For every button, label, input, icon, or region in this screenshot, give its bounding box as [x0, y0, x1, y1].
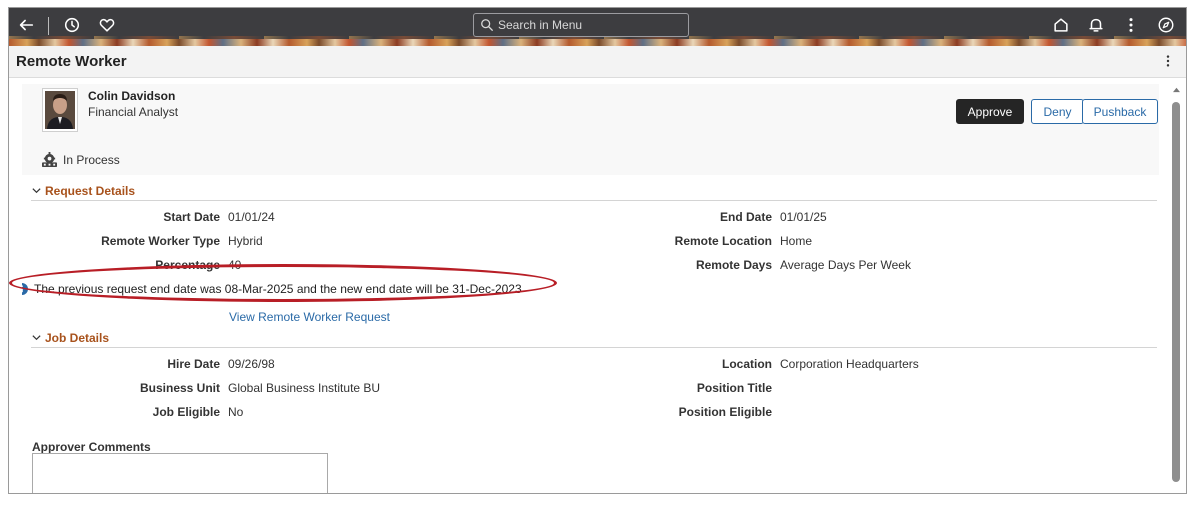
app-window: Search in Menu Remote Worker Colin David…: [8, 7, 1187, 494]
search-icon: [480, 18, 494, 32]
scrollbar-thumb[interactable]: [1172, 102, 1180, 482]
employee-photo: [42, 88, 78, 132]
approver-comments-field[interactable]: [32, 453, 328, 493]
job-eligible-label: Job Eligible: [152, 405, 220, 419]
hire-date-label: Hire Date: [167, 357, 220, 371]
favorite-heart-icon[interactable]: [95, 13, 119, 37]
search-placeholder: Search in Menu: [498, 18, 583, 32]
back-arrow-icon[interactable]: [14, 13, 38, 37]
view-remote-worker-request-link[interactable]: View Remote Worker Request: [229, 310, 390, 324]
header-separator: [48, 17, 49, 35]
page-title: Remote Worker: [16, 53, 127, 70]
home-icon[interactable]: [1049, 13, 1073, 37]
request-details-title: Request Details: [45, 184, 136, 198]
location-value: Corporation Headquarters: [780, 357, 919, 371]
remote-worker-type-value: Hybrid: [228, 234, 263, 248]
bell-icon[interactable]: [1084, 13, 1108, 37]
employee-name: Colin Davidson: [88, 89, 176, 103]
annotation-highlight-ellipse: [9, 264, 557, 302]
search-menu-input[interactable]: Search in Menu: [473, 13, 689, 37]
scroll-up-arrow-icon[interactable]: [1171, 86, 1181, 94]
location-label: Location: [722, 357, 772, 371]
job-details-header[interactable]: Job Details: [31, 331, 1157, 348]
job-eligible-value: No: [228, 405, 244, 419]
approver-comments-label: Approver Comments: [32, 440, 151, 454]
business-unit-value: Global Business Institute BU: [228, 381, 381, 395]
vertical-scrollbar[interactable]: [1171, 84, 1181, 493]
position-eligible-label: Position Eligible: [678, 405, 772, 419]
status-indicator: In Process: [41, 152, 120, 167]
in-process-gear-icon: [41, 152, 58, 167]
chevron-down-icon: [31, 185, 43, 197]
request-details-header[interactable]: Request Details: [31, 184, 1157, 201]
approve-button[interactable]: Approve: [956, 99, 1024, 124]
status-text: In Process: [63, 152, 120, 167]
start-date-label: Start Date: [163, 210, 220, 224]
top-banner: Search in Menu: [9, 8, 1186, 46]
end-date-label: End Date: [719, 210, 772, 224]
start-date-value: 01/01/24: [228, 210, 275, 224]
compass-icon[interactable]: [1154, 13, 1178, 37]
job-details-title: Job Details: [45, 331, 110, 345]
remote-days-label: Remote Days: [695, 258, 772, 272]
more-vertical-icon[interactable]: [1119, 13, 1143, 37]
hire-date-value: 09/26/98: [228, 357, 275, 371]
remote-location-value: Home: [780, 234, 813, 248]
end-date-value: 01/01/25: [780, 210, 827, 224]
deny-button[interactable]: Deny: [1031, 99, 1084, 124]
page-header: Remote Worker: [9, 46, 1186, 78]
history-icon[interactable]: [60, 13, 84, 37]
remote-location-label: Remote Location: [674, 234, 772, 248]
employee-header: Colin Davidson Financial Analyst Approve…: [22, 84, 1159, 175]
remote-worker-type-label: Remote Worker Type: [101, 234, 220, 248]
page-actions-menu-icon[interactable]: [1160, 53, 1176, 69]
business-unit-label: Business Unit: [139, 381, 220, 395]
chevron-down-icon: [31, 332, 43, 344]
remote-days-value: Average Days Per Week: [780, 258, 911, 272]
pushback-button[interactable]: Pushback: [1082, 99, 1158, 124]
employee-job-title: Financial Analyst: [88, 105, 179, 119]
position-title-label: Position Title: [696, 381, 772, 395]
banner-tapestry: [9, 39, 1186, 46]
